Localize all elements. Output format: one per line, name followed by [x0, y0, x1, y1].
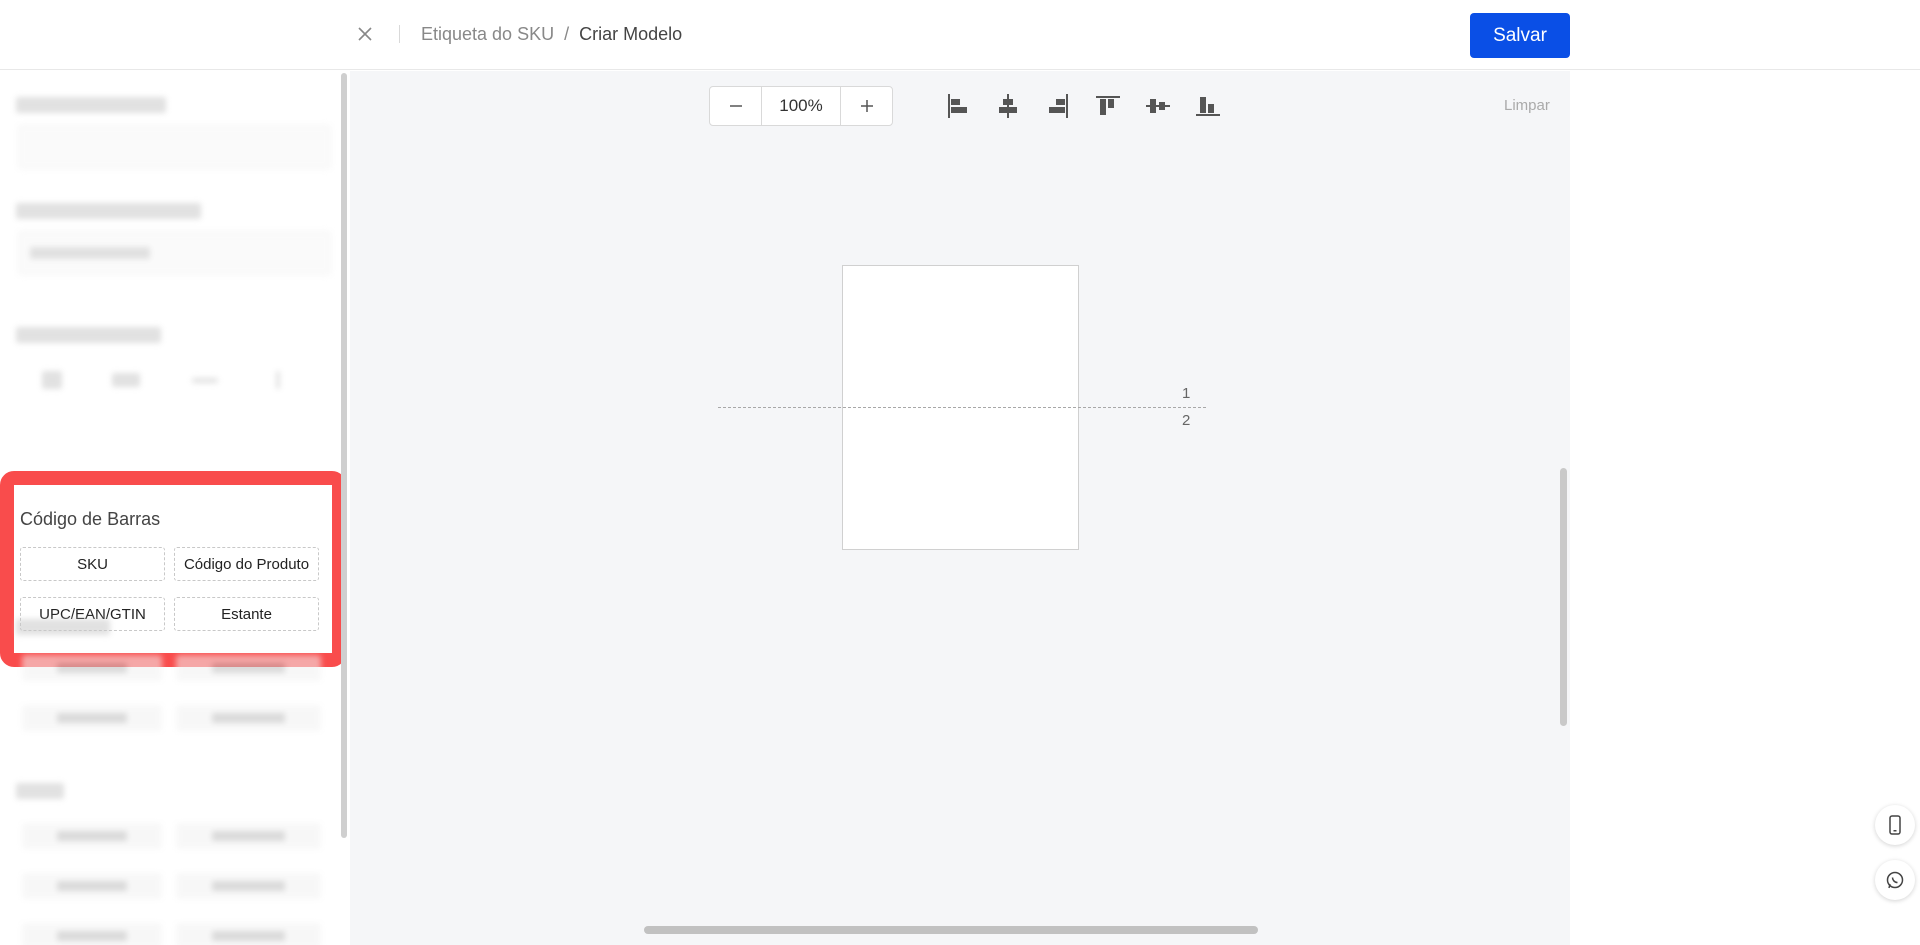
- align-center-horizontal-icon: [999, 94, 1017, 118]
- left-panel: Código de Barras SKU Código do Produto U…: [0, 71, 350, 945]
- plus-icon: [860, 100, 873, 112]
- save-button[interactable]: Salvar: [1470, 13, 1570, 58]
- phone-contact-button[interactable]: [1875, 805, 1915, 845]
- barcode-product-code-button[interactable]: Código do Produto: [174, 547, 319, 581]
- page-number-1: 1: [1182, 385, 1191, 402]
- header-divider: [399, 25, 400, 43]
- align-left-icon: [948, 94, 967, 118]
- align-top-icon: [1096, 96, 1120, 115]
- page-number-2: 2: [1182, 412, 1191, 429]
- breadcrumb-item-create-template: Criar Modelo: [579, 24, 683, 44]
- breadcrumb-separator: /: [564, 24, 570, 44]
- design-canvas-area: 100% Limpar 1 2: [350, 71, 1570, 945]
- alignment-toolbar: [942, 90, 1224, 122]
- align-right-button[interactable]: [1042, 90, 1074, 122]
- right-panel: [1570, 71, 1920, 945]
- phone-icon: [1889, 815, 1901, 835]
- align-left-button[interactable]: [942, 90, 974, 122]
- align-center-horizontal-button[interactable]: [992, 90, 1024, 122]
- whatsapp-icon: [1886, 871, 1904, 889]
- align-right-icon: [1049, 94, 1068, 118]
- align-bottom-icon: [1196, 97, 1220, 116]
- breadcrumb-item-sku-label[interactable]: Etiqueta do SKU: [421, 24, 554, 45]
- zoom-out-button[interactable]: [710, 87, 761, 125]
- barcode-section-title: Código de Barras: [20, 509, 161, 529]
- align-top-button[interactable]: [1092, 90, 1124, 122]
- barcode-sku-button[interactable]: SKU: [20, 547, 165, 581]
- align-bottom-button[interactable]: [1192, 90, 1224, 122]
- whatsapp-contact-button[interactable]: [1875, 860, 1915, 900]
- page-break-guide: [718, 407, 1206, 408]
- clear-button[interactable]: Limpar: [1504, 97, 1550, 114]
- barcode-shelf-button[interactable]: Estante: [174, 597, 319, 631]
- zoom-in-button[interactable]: [841, 87, 892, 125]
- barcode-section-highlight: Código de Barras SKU Código do Produto U…: [0, 471, 346, 667]
- align-middle-vertical-button[interactable]: [1142, 90, 1174, 122]
- align-middle-vertical-icon: [1146, 99, 1170, 113]
- zoom-control: 100%: [709, 86, 893, 126]
- canvas-vertical-scrollbar[interactable]: [1560, 468, 1567, 726]
- left-panel-scrollbar[interactable]: [341, 73, 347, 838]
- close-button[interactable]: [353, 22, 377, 46]
- close-icon: [358, 27, 372, 41]
- top-header: Etiqueta do SKU / Criar Modelo Salvar: [0, 0, 1920, 70]
- canvas-horizontal-scrollbar[interactable]: [644, 926, 1258, 934]
- minus-icon: [729, 105, 742, 107]
- zoom-value: 100%: [761, 87, 841, 125]
- breadcrumb: Etiqueta do SKU / Criar Modelo: [421, 24, 682, 45]
